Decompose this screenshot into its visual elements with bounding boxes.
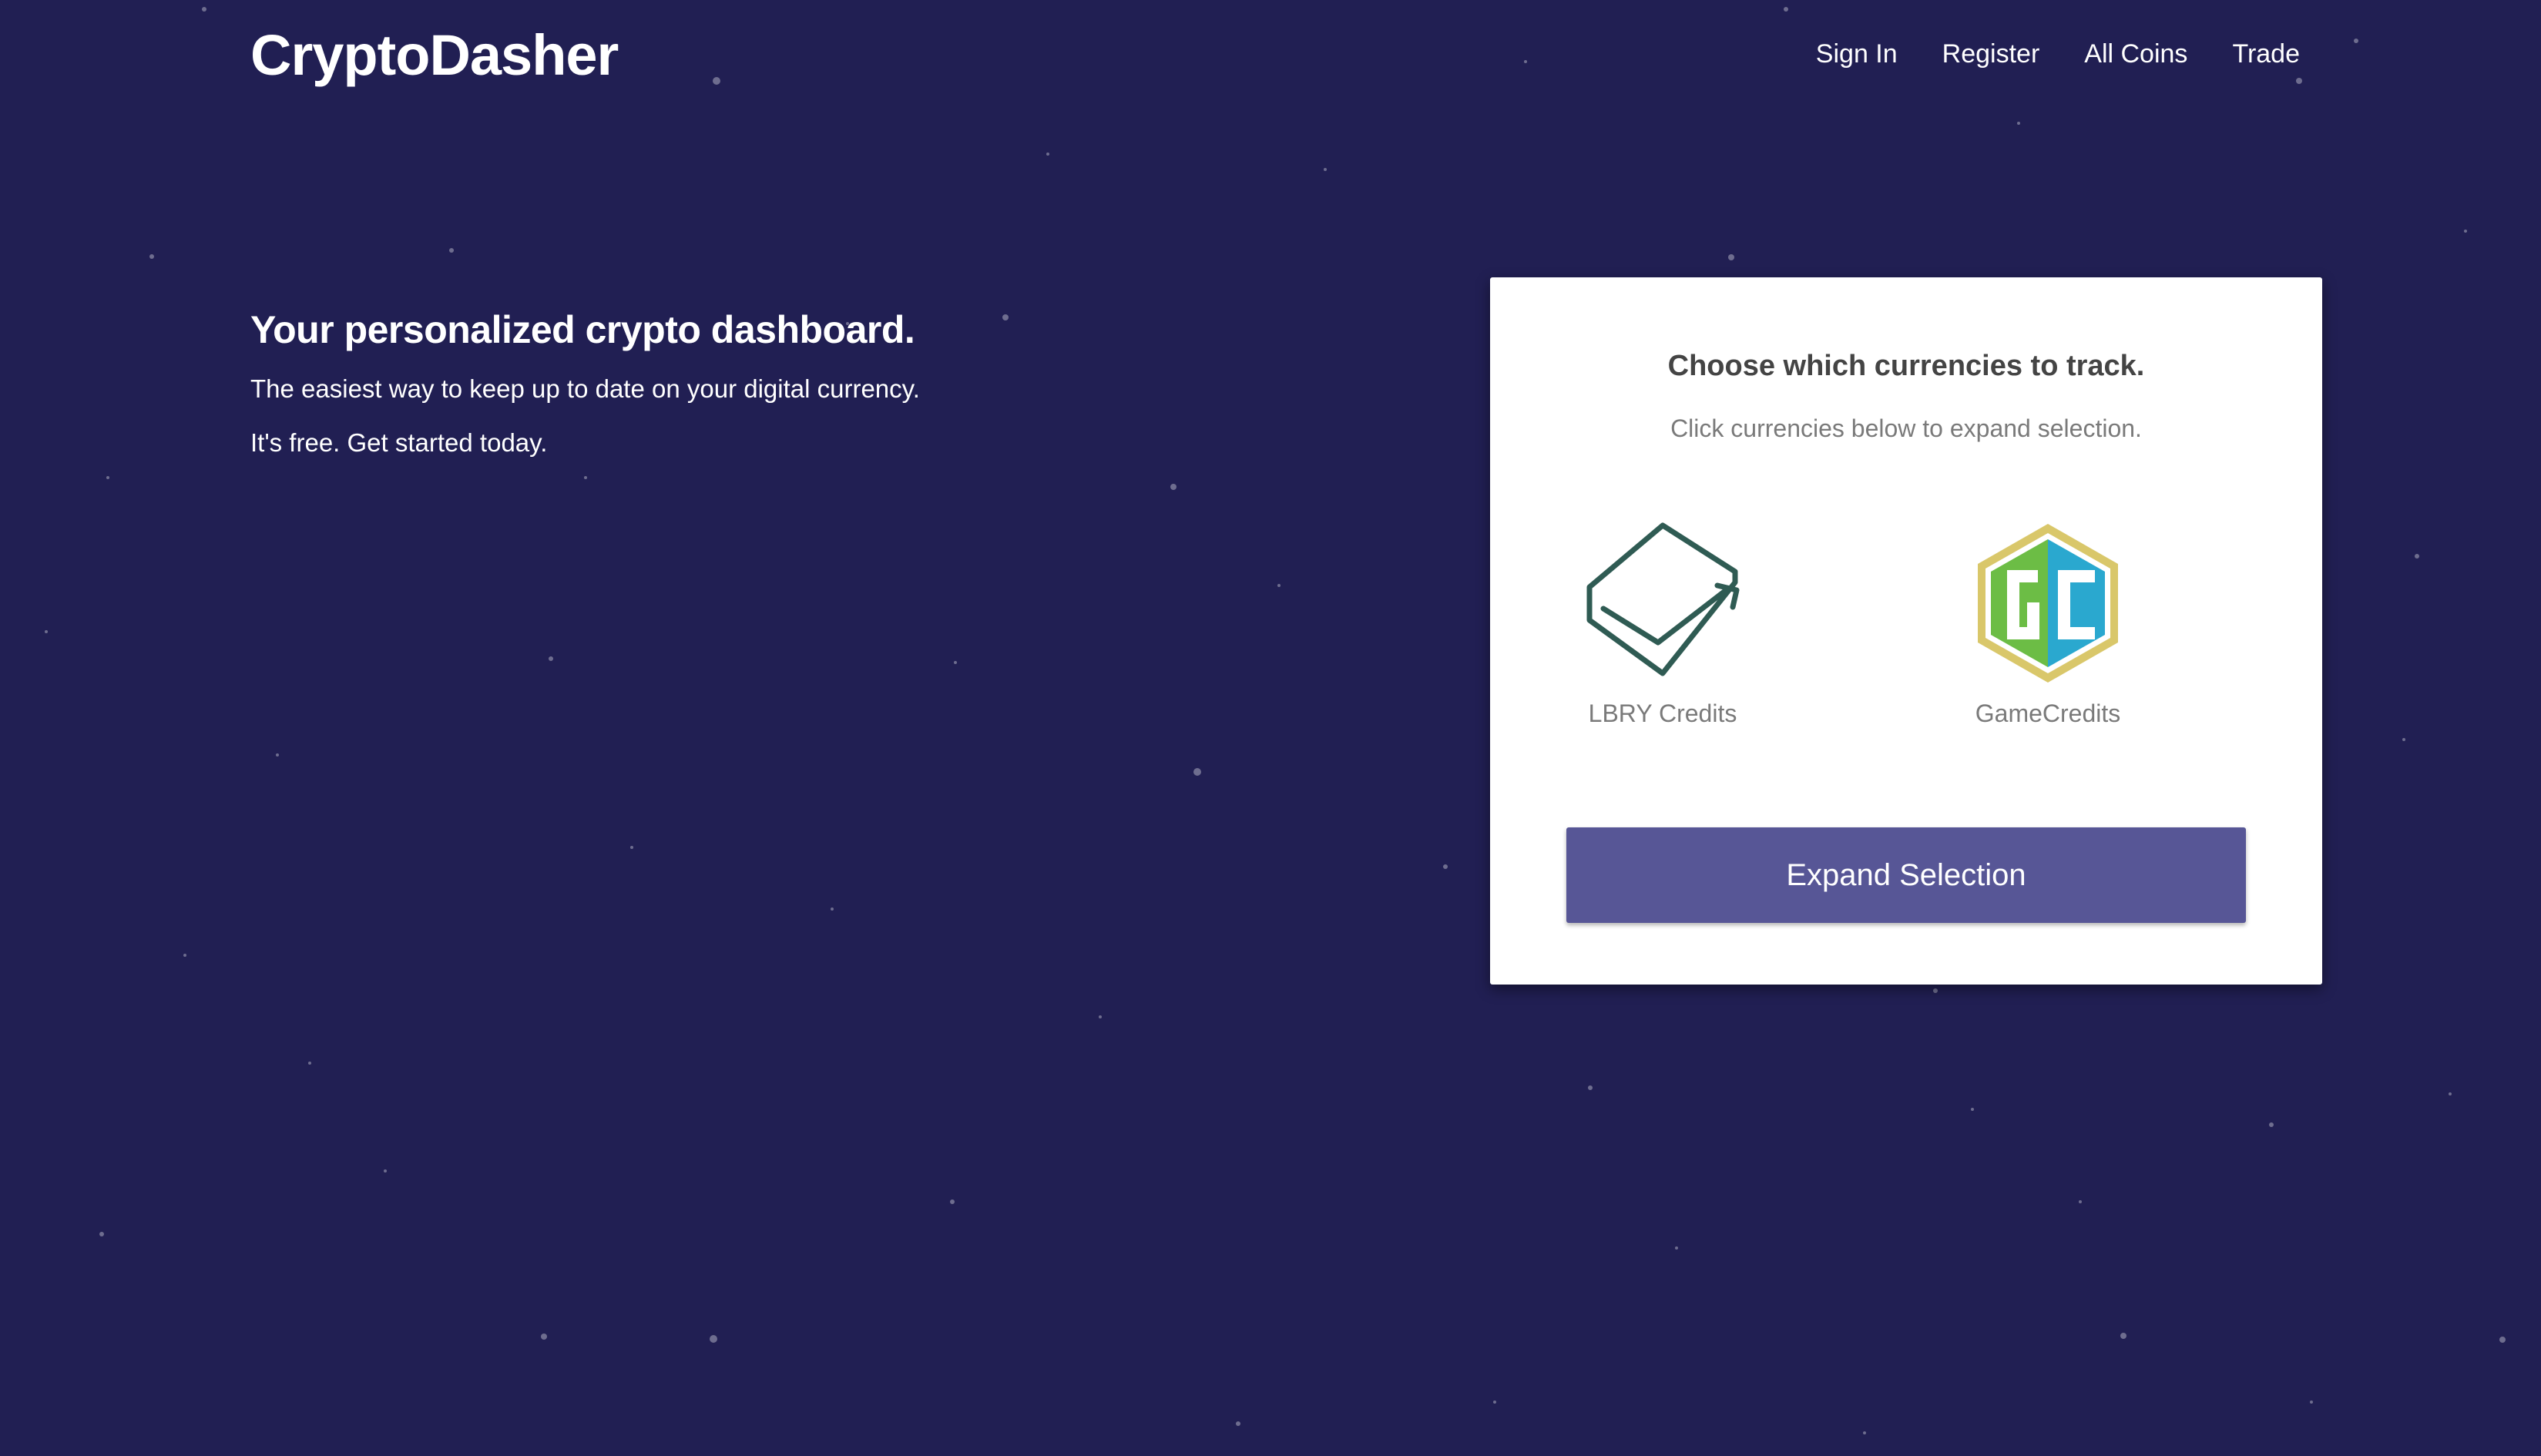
nav-sign-in[interactable]: Sign In <box>1816 39 1898 69</box>
nav-all-coins[interactable]: All Coins <box>2084 39 2187 69</box>
hero-cta-text: It's free. Get started today. <box>250 428 548 457</box>
gamecredits-icon <box>1978 524 2118 683</box>
hero-tagline: The easiest way to keep up to date on yo… <box>250 374 920 403</box>
hero-heading: Your personalized crypto dashboard. <box>250 308 915 351</box>
coin-option-gamecredits[interactable]: GameCredits <box>1917 522 2179 729</box>
currency-selection-card: Choose which currencies to track. Click … <box>1490 277 2322 985</box>
coin-label-gamecredits: GameCredits <box>1975 699 2121 727</box>
brand-logo[interactable]: CryptoDasher <box>250 23 619 88</box>
card-subtitle: Click currencies below to expand selecti… <box>1670 414 2142 442</box>
lbry-credits-icon <box>1586 522 1740 676</box>
card-title: Choose which currencies to track. <box>1667 350 2145 382</box>
nav-trade[interactable]: Trade <box>2232 39 2300 69</box>
top-nav: Sign In Register All Coins Trade <box>1771 39 2300 69</box>
nav-register[interactable]: Register <box>1942 39 2040 69</box>
hero-section: Your personalized crypto dashboard. The … <box>250 304 1329 480</box>
coin-label-lbry: LBRY Credits <box>1588 699 1737 727</box>
coin-option-lbry[interactable]: LBRY Credits <box>1532 522 1794 729</box>
expand-selection-button[interactable]: Expand Selection <box>1566 827 2246 923</box>
